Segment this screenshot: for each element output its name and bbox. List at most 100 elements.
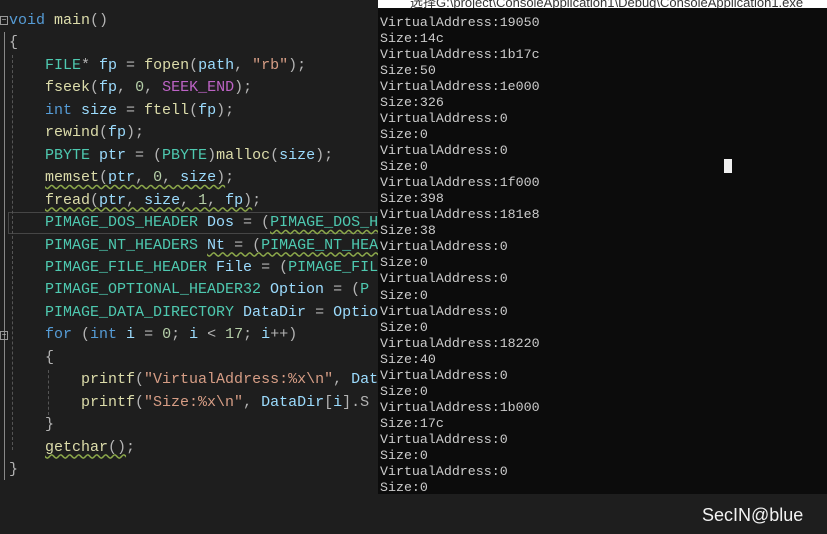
code-token: 17 [225, 326, 244, 344]
code-token: } [9, 461, 19, 478]
code-token: PIMAGE_DOS_HEADER [9, 214, 199, 232]
code-line[interactable]: } [9, 414, 54, 436]
code-line[interactable]: FILE* fp = fopen(path, "rb"); [9, 55, 306, 77]
code-token: , [135, 169, 154, 187]
code-token: i [117, 326, 136, 344]
code-token: SEEK_END [162, 79, 235, 97]
console-output-line: VirtualAddress:181e8 [380, 207, 540, 223]
code-token: fseek [9, 79, 91, 97]
code-token: , [117, 79, 136, 97]
code-token: size [72, 101, 118, 119]
code-token: File [207, 258, 253, 276]
code-line[interactable]: { [9, 347, 54, 369]
code-token: ) [216, 169, 226, 187]
code-token: ( [135, 393, 145, 411]
code-token: ); [216, 101, 235, 119]
code-token: = ( [252, 258, 289, 276]
code-token: , [126, 191, 145, 209]
code-token: printf [9, 371, 136, 389]
code-line[interactable]: void main() [9, 10, 108, 32]
code-token: ( [189, 101, 199, 119]
code-token: ( [189, 56, 199, 74]
code-token: 0 [162, 326, 172, 344]
code-line[interactable]: PBYTE ptr = (PBYTE)malloc(size); [9, 145, 333, 167]
console-output-line: VirtualAddress:19050 [380, 15, 540, 30]
code-token: i [189, 326, 199, 344]
console-title-bar[interactable]: 选择G:\project\ConsoleApplication1\Debug\C… [378, 0, 827, 8]
code-line[interactable]: getchar(); [9, 437, 135, 459]
code-token: void [9, 12, 46, 29]
code-line[interactable]: PIMAGE_FILE_HEADER File = (PIMAGE_FIL [9, 257, 378, 279]
code-token: PIMAGE_NT_HEADERS [9, 236, 199, 254]
code-token: size [144, 191, 181, 209]
code-token: int [9, 101, 73, 119]
code-line[interactable]: fseek(fp, 0, SEEK_END); [9, 77, 252, 99]
code-token: , [180, 191, 199, 209]
code-token: "Size:%x\n" [144, 393, 244, 411]
code-token: i [261, 326, 271, 344]
console-output-line: Size:326 [380, 95, 444, 111]
code-line[interactable]: printf("Size:%x\n", DataDir[i].S [9, 392, 369, 414]
watermark: SecIN@blue [702, 505, 804, 525]
code-token: FILE [9, 56, 82, 74]
code-line[interactable]: PIMAGE_NT_HEADERS Nt = (PIMAGE_NT_HEA [9, 235, 378, 257]
console-output-line: VirtualAddress:0 [380, 143, 508, 159]
code-token: ) [243, 191, 253, 209]
console-output-line: Size:0 [380, 255, 428, 271]
code-token: , [234, 56, 253, 74]
code-token: = [306, 303, 334, 321]
code-token: 0 [135, 79, 145, 97]
code-token: fp [108, 124, 127, 142]
console-title: 选择G:\project\ConsoleApplication1\Debug\C… [410, 0, 804, 8]
code-line[interactable]: fread(ptr, size, 1, fp); [9, 190, 261, 212]
code-token: ( [72, 326, 91, 344]
code-line[interactable]: for (int i = 0; i < 17; i++) [9, 324, 297, 346]
code-line[interactable]: int size = ftell(fp); [9, 100, 234, 122]
code-token: Dat [351, 371, 379, 389]
code-token: PIMAGE_FILE_HEADER [9, 258, 208, 276]
code-token: () [108, 438, 127, 456]
collapse-for-icon[interactable]: − [0, 331, 8, 340]
code-token: ( [90, 191, 100, 209]
console-output-line: VirtualAddress:0 [380, 367, 508, 383]
console-output-line: Size:0 [380, 479, 428, 495]
code-line[interactable]: rewind(fp); [9, 122, 144, 144]
collapse-main-icon[interactable]: − [0, 16, 8, 25]
console-output-line: VirtualAddress:1f000 [380, 175, 540, 191]
code-token: ; [171, 326, 190, 344]
code-token: ptr [99, 191, 127, 209]
console-output-line: Size:40 [380, 351, 436, 367]
code-line[interactable]: } [9, 459, 18, 481]
code-token: PIMAGE_DOS_H [270, 214, 379, 232]
code-token: fp [99, 79, 118, 97]
code-token: ; [252, 191, 262, 209]
console-output-line: Size:398 [380, 191, 444, 207]
console-output-line: VirtualAddress:1b000 [380, 399, 540, 415]
code-token: , [207, 191, 226, 209]
code-token: ( [135, 371, 145, 389]
code-line[interactable]: PIMAGE_OPTIONAL_HEADER32 Option = (P [9, 279, 369, 301]
code-line[interactable]: { [9, 32, 18, 54]
console-output-line: Size:17c [380, 415, 444, 431]
code-token: ) [207, 146, 217, 164]
code-token: fp [99, 56, 118, 74]
code-token: size [279, 146, 316, 164]
code-line[interactable]: printf("VirtualAddress:%x\n", Dat [9, 369, 378, 391]
console-output-line: Size:0 [380, 287, 428, 303]
code-token: Dos [198, 214, 235, 232]
code-token: , [243, 393, 262, 411]
code-token: { [9, 34, 19, 52]
code-token: PIMAGE_NT_HEA [261, 236, 379, 254]
code-token: ; [126, 438, 136, 456]
code-line[interactable]: memset(ptr, 0, size); [9, 167, 234, 189]
code-token: = ( [234, 214, 271, 232]
code-line[interactable]: PIMAGE_DOS_HEADER Dos = (PIMAGE_DOS_H [9, 212, 378, 234]
code-token: size [180, 169, 217, 187]
code-line[interactable]: PIMAGE_DATA_DIRECTORY DataDir = Optio [9, 302, 378, 324]
code-token: PBYTE [162, 146, 208, 164]
console-window[interactable]: 选择G:\project\ConsoleApplication1\Debug\C… [378, 0, 827, 495]
